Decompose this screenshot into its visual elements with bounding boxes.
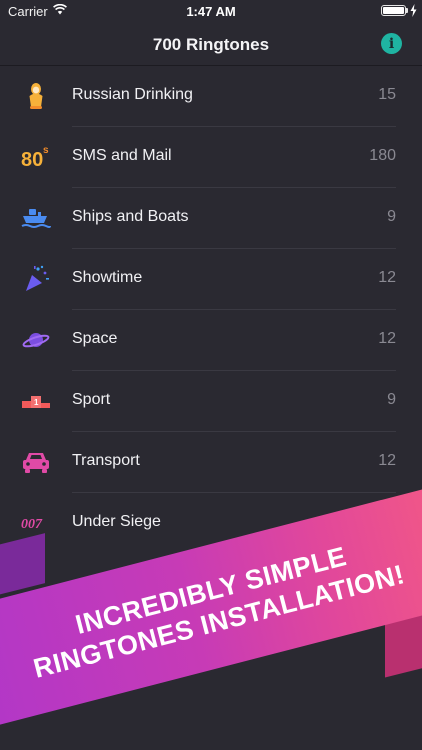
clock-label: 1:47 AM (186, 4, 236, 19)
promo-line-1: INCREDIBLY SIMPLE (72, 541, 350, 640)
80s-icon: 80 s (21, 145, 49, 171)
battery-icon (381, 5, 406, 16)
planet-icon (22, 333, 50, 348)
item-count: 12 (378, 269, 396, 286)
svg-text:80: 80 (21, 149, 43, 171)
info-button[interactable]: i (381, 33, 402, 54)
car-icon (23, 453, 49, 473)
battery-cap (406, 8, 408, 13)
category-list: Russian Drinking 15 80 s SMS and Mail 18… (0, 66, 422, 554)
item-label: Sport (72, 391, 111, 408)
svg-text:s: s (43, 145, 49, 156)
item-count: 180 (369, 147, 396, 164)
list-item[interactable]: Ships and Boats 9 (0, 188, 422, 249)
item-count: 12 (378, 452, 396, 469)
list-item[interactable]: 007 Under Siege (0, 493, 422, 554)
list-item[interactable]: Transport 12 (0, 432, 422, 493)
item-label: Ships and Boats (72, 208, 189, 225)
list-item[interactable]: Russian Drinking 15 (0, 66, 422, 127)
list-item[interactable]: 1 Sport 9 (0, 371, 422, 432)
item-label: Under Siege (72, 513, 161, 530)
party-popper-icon (26, 265, 49, 291)
status-bar: Carrier 1:47 AM (0, 0, 422, 24)
list-item[interactable]: Space 12 (0, 310, 422, 371)
007-icon: 007 (21, 517, 43, 532)
info-icon: i (388, 35, 395, 52)
podium-icon: 1 (22, 396, 50, 408)
svg-text:1: 1 (34, 398, 39, 407)
svg-text:007: 007 (21, 517, 43, 532)
promo-line-2: RINGTONES INSTALLATION! (30, 559, 408, 684)
item-count: 9 (387, 391, 396, 408)
item-label: Russian Drinking (72, 86, 193, 103)
matryoshka-icon (29, 83, 43, 109)
ribbon-fold-right (385, 592, 422, 678)
page-title: 700 Ringtones (152, 35, 270, 54)
item-label: Showtime (72, 269, 143, 286)
item-count: 9 (387, 208, 396, 225)
item-label: Space (72, 330, 118, 347)
item-count: 12 (378, 330, 396, 347)
item-label: Transport (72, 452, 140, 469)
item-label: SMS and Mail (72, 147, 172, 164)
item-count: 15 (378, 86, 396, 103)
ship-icon (21, 209, 51, 228)
navigation-bar: 700 Ringtones i (0, 24, 422, 66)
list-item[interactable]: Showtime 12 (0, 249, 422, 310)
list-item[interactable]: 80 s SMS and Mail 180 (0, 127, 422, 188)
charging-icon (410, 4, 417, 17)
